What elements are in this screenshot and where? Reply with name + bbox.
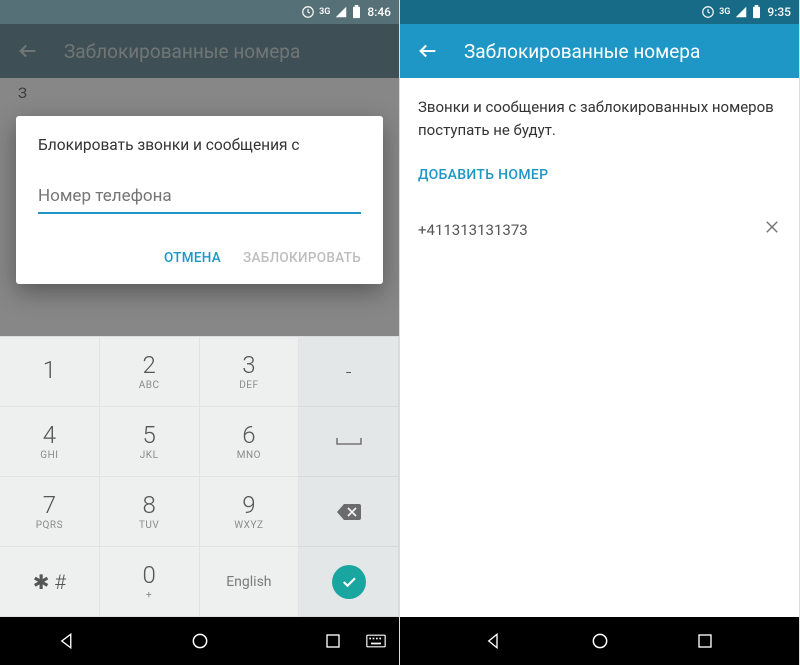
nav-recent-icon[interactable] (694, 630, 716, 652)
phone-right: 3G 9:35 Заблокированные номера Звонки и … (400, 0, 800, 665)
key-8[interactable]: 8TUV (100, 477, 200, 547)
remove-number-button[interactable] (763, 218, 781, 243)
cancel-button[interactable]: ОТМЕНА (164, 250, 221, 266)
description-text: Звонки и сообщения с заблокированных ном… (418, 96, 781, 143)
clock: 9:35 (767, 5, 791, 19)
add-number-button[interactable]: ДОБАВИТЬ НОМЕР (418, 165, 781, 187)
close-icon (763, 218, 781, 236)
key-9[interactable]: 9WXYZ (200, 477, 300, 547)
content-area: Звонки и сообщения с заблокированных ном… (400, 78, 799, 665)
nav-home-icon[interactable] (589, 630, 611, 652)
key-5[interactable]: 5JKL (100, 407, 200, 477)
key-7[interactable]: 7PQRS (0, 477, 100, 547)
network-icon: 3G (719, 7, 730, 17)
keyboard-icon[interactable] (365, 630, 387, 652)
app-bar: Заблокированные номера (400, 24, 799, 78)
back-icon[interactable] (416, 39, 440, 63)
backspace-icon (336, 503, 362, 521)
nav-bar (0, 617, 399, 665)
blocked-number-row: +411313131373 (418, 218, 781, 243)
dialog-title: Блокировать звонки и сообщения с (38, 136, 361, 154)
key-1[interactable]: 1 (0, 337, 100, 407)
nav-home-icon[interactable] (189, 630, 211, 652)
block-number-dialog: Блокировать звонки и сообщения с ОТМЕНА … (16, 116, 383, 284)
network-icon: 3G (319, 7, 330, 17)
key-symbols[interactable]: ✱ # (0, 547, 100, 617)
page-title: Заблокированные номера (464, 40, 700, 63)
block-button[interactable]: ЗАБЛОКИРОВАТЬ (243, 250, 361, 266)
sync-icon (301, 5, 315, 19)
key-space[interactable] (299, 407, 399, 477)
key-language[interactable]: English (200, 547, 300, 617)
key-6[interactable]: 6MNO (200, 407, 300, 477)
space-icon (335, 436, 363, 448)
key-enter[interactable] (299, 547, 399, 617)
numeric-keypad: 1 2ABC 3DEF - 4GHI 5JKL 6MNO 7PQRS 8TUV … (0, 336, 399, 617)
key-3[interactable]: 3DEF (200, 337, 300, 407)
sync-icon (701, 5, 715, 19)
signal-icon (734, 5, 748, 19)
check-icon (332, 565, 366, 599)
status-bar: 3G 8:46 (0, 0, 399, 24)
nav-bar (400, 617, 799, 665)
blocked-number: +411313131373 (418, 219, 528, 242)
nav-back-icon[interactable] (56, 630, 78, 652)
clock: 8:46 (367, 5, 391, 19)
key-2[interactable]: 2ABC (100, 337, 200, 407)
nav-back-icon[interactable] (483, 630, 505, 652)
nav-recent-icon[interactable] (322, 630, 344, 652)
key-0[interactable]: 0+ (100, 547, 200, 617)
phone-input[interactable] (38, 182, 361, 214)
status-bar: 3G 9:35 (400, 0, 799, 24)
battery-icon (752, 5, 761, 19)
key-dash[interactable]: - (299, 337, 399, 407)
signal-icon (334, 5, 348, 19)
key-backspace[interactable] (299, 477, 399, 547)
battery-icon (352, 5, 361, 19)
phone-left: 3G 8:46 Заблокированные номера З н Д Бло… (0, 0, 400, 665)
key-4[interactable]: 4GHI (0, 407, 100, 477)
